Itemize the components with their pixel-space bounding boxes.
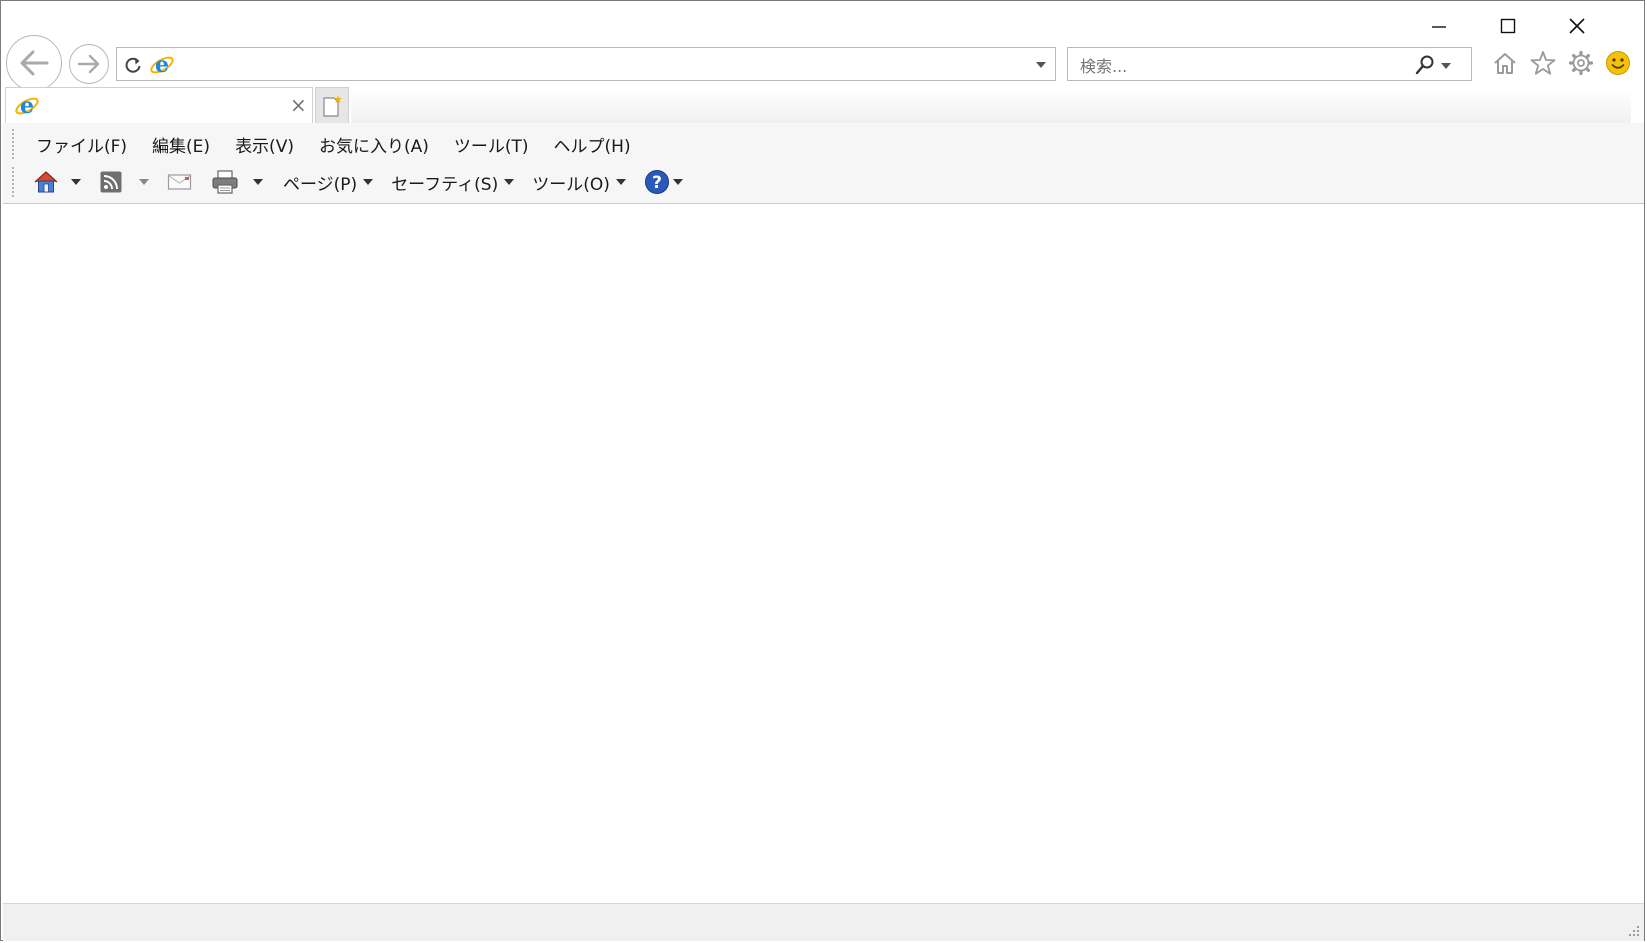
feedback-smiley-icon <box>1606 51 1630 75</box>
minimize-icon <box>1432 26 1446 28</box>
back-button[interactable] <box>6 35 62 91</box>
cmd-help-button[interactable]: ? <box>644 167 683 197</box>
menu-tools[interactable]: ツール(T) <box>445 130 538 159</box>
mail-icon <box>167 174 192 190</box>
favorites-button[interactable] <box>1529 49 1557 77</box>
tab-close-icon[interactable]: × <box>290 93 307 117</box>
cmd-mail-button[interactable] <box>167 167 193 197</box>
new-tab-icon <box>323 94 342 117</box>
menu-edit[interactable]: 編集(E) <box>143 130 219 159</box>
new-tab-button[interactable] <box>315 87 349 123</box>
svg-text:e: e <box>20 93 34 119</box>
search-dropdown-icon[interactable] <box>1440 62 1452 70</box>
command-bar: ページ(P) セーフティ(S) ツール(O) ? <box>27 165 691 199</box>
menu-bar: ファイル(F) 編集(E) 表示(V) お気に入り(A) ツール(T) ヘルプ(… <box>27 129 647 159</box>
menu-favorites[interactable]: お気に入り(A) <box>310 130 438 159</box>
resize-grip-icon[interactable] <box>1626 923 1640 937</box>
cmd-home-dropdown-icon[interactable] <box>71 179 81 185</box>
menu-bar-grip[interactable] <box>12 129 16 159</box>
svg-text:e: e <box>155 52 169 78</box>
tab-active[interactable]: e × <box>5 87 313 123</box>
command-bar-grip[interactable] <box>12 167 16 197</box>
dropdown-caret-icon[interactable] <box>1035 61 1047 69</box>
maximize-button[interactable] <box>1485 9 1531 43</box>
menu-file[interactable]: ファイル(F) <box>27 130 136 159</box>
favorites-star-icon <box>1530 51 1556 75</box>
tab-strip <box>351 89 1631 123</box>
cmd-safety-dropdown-icon <box>504 179 515 185</box>
ie-logo-icon: e <box>150 52 174 78</box>
search-input[interactable] <box>1078 54 1402 78</box>
cmd-feeds-button[interactable] <box>99 167 149 197</box>
page-content[interactable] <box>3 204 1644 903</box>
cmd-tools-dropdown-icon <box>615 179 626 185</box>
settings-button[interactable] <box>1567 49 1595 77</box>
search-box[interactable] <box>1067 47 1472 81</box>
feedback-button[interactable] <box>1604 49 1632 77</box>
search-icon[interactable] <box>1414 54 1436 76</box>
maximize-icon <box>1500 18 1516 34</box>
cmd-help-dropdown-icon[interactable] <box>672 179 683 185</box>
cmd-tools-menu[interactable]: ツール(O) <box>532 167 626 197</box>
refresh-icon[interactable] <box>123 55 143 75</box>
cmd-tools-label: ツール(O) <box>532 174 610 195</box>
close-button[interactable] <box>1554 9 1600 43</box>
cmd-page-label: ページ(P) <box>283 174 358 195</box>
forward-arrow-icon <box>77 54 100 74</box>
home-button[interactable] <box>1491 49 1519 77</box>
cmd-print-button[interactable] <box>211 167 263 197</box>
cmd-print-dropdown-icon[interactable] <box>253 179 263 185</box>
settings-gear-icon <box>1568 50 1594 76</box>
status-bar <box>3 903 1644 941</box>
help-icon: ? <box>644 170 669 194</box>
address-bar[interactable]: e <box>116 47 1056 81</box>
forward-button[interactable] <box>69 44 109 84</box>
cmd-safety-menu[interactable]: セーフティ(S) <box>391 167 515 197</box>
print-icon <box>212 170 238 194</box>
svg-text:?: ? <box>652 173 662 193</box>
browser-window: e 検索... e × ファイル(F) 編集(E) 表示(V) お気に入り(A)… <box>0 0 1645 941</box>
menu-help[interactable]: ヘルプ(H) <box>545 130 640 159</box>
menu-view[interactable]: 表示(V) <box>226 130 303 159</box>
home-icon <box>1494 53 1516 74</box>
cmd-page-menu[interactable]: ページ(P) <box>283 167 374 197</box>
minimize-button[interactable] <box>1416 9 1462 43</box>
toolbars: ファイル(F) 編集(E) 表示(V) お気に入り(A) ツール(T) ヘルプ(… <box>3 123 1644 204</box>
cmd-feeds-dropdown-icon[interactable] <box>139 179 149 185</box>
cmd-home-button[interactable] <box>33 167 81 197</box>
home-icon <box>34 171 58 193</box>
cmd-page-dropdown-icon <box>363 179 374 185</box>
address-input[interactable] <box>181 54 1025 78</box>
rss-feed-icon <box>100 171 122 193</box>
back-arrow-icon <box>20 50 49 76</box>
cmd-safety-label: セーフティ(S) <box>391 174 499 195</box>
tab-ie-logo-icon: e <box>15 93 39 119</box>
close-icon <box>1569 18 1585 34</box>
